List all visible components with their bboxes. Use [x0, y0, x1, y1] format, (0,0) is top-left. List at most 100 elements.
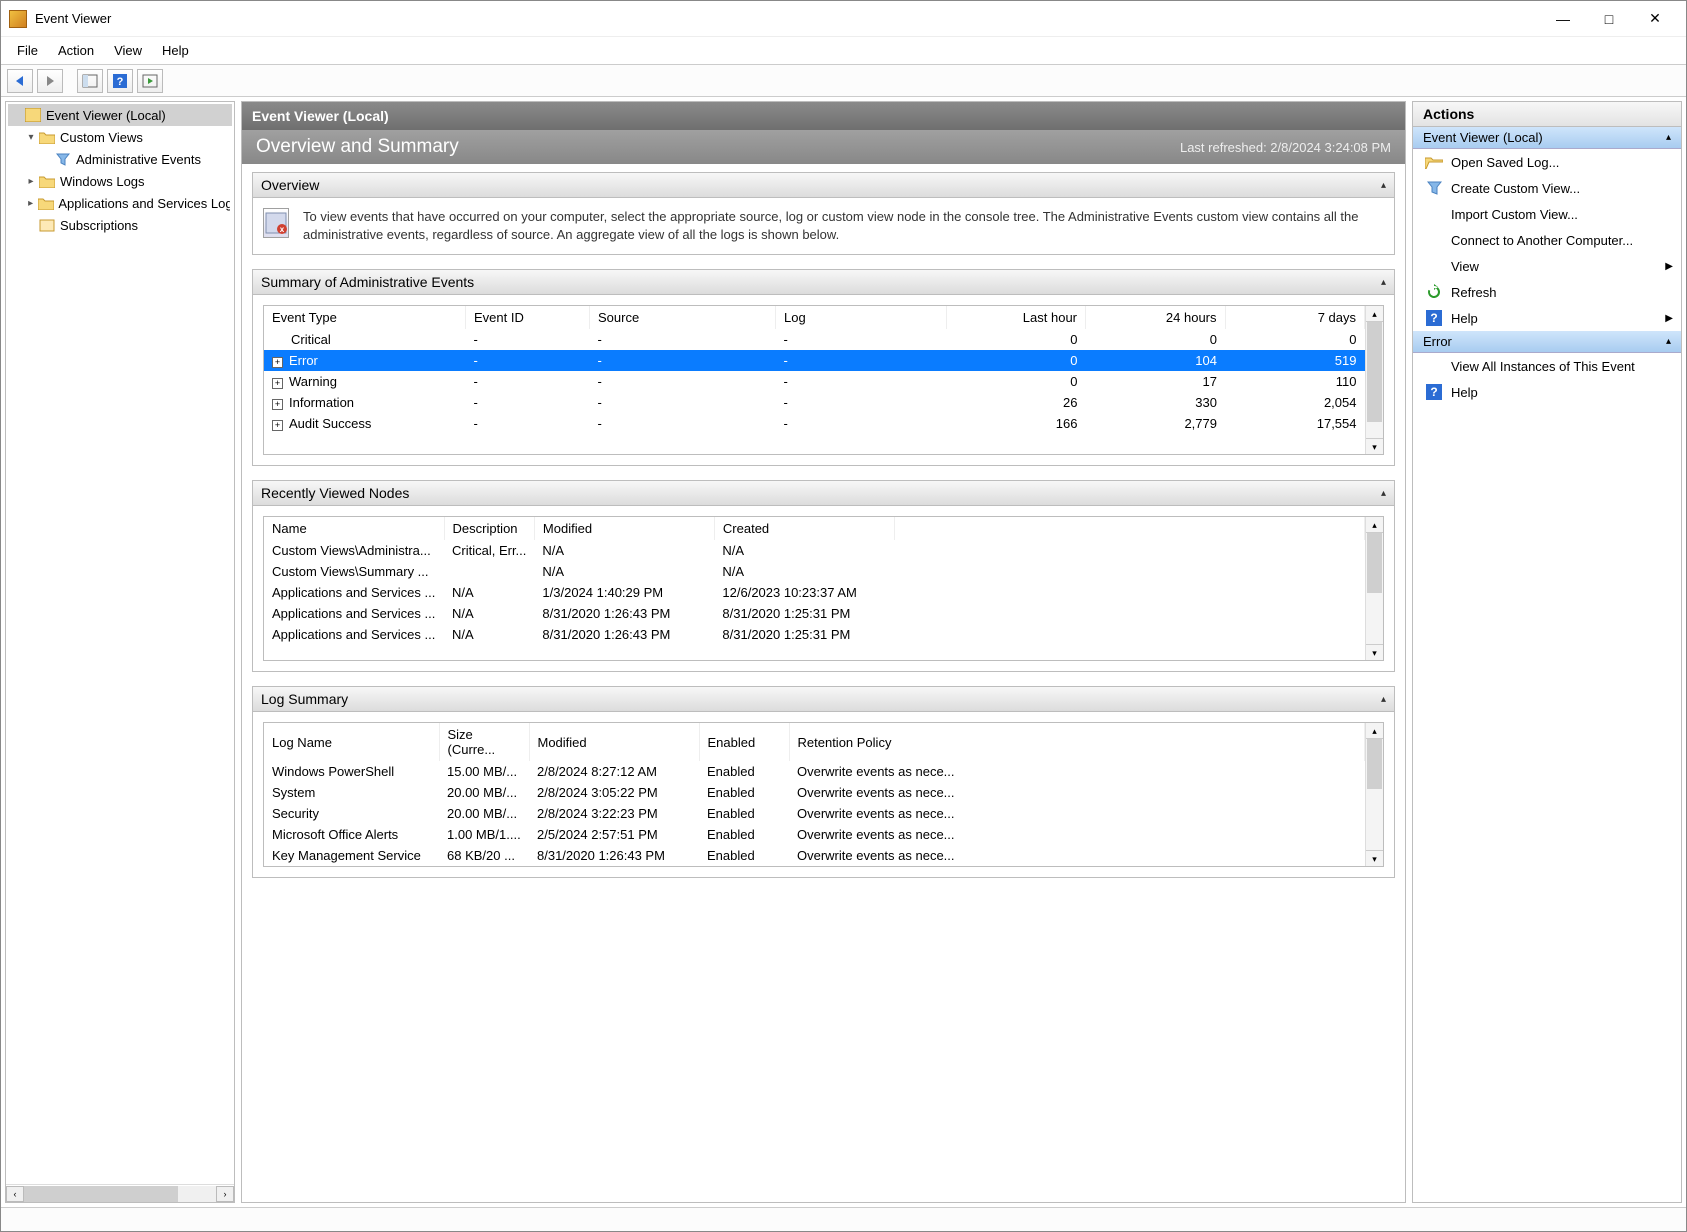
summary-vertical-scrollbar[interactable]: ▴ ▾ [1365, 306, 1383, 454]
col-enabled[interactable]: Enabled [699, 723, 789, 761]
col-event-type[interactable]: Event Type [264, 306, 466, 329]
action-view[interactable]: View▶ [1413, 253, 1681, 279]
col-size[interactable]: Size (Curre... [439, 723, 529, 761]
action-help[interactable]: ?Help▶ [1413, 305, 1681, 331]
action-label: Connect to Another Computer... [1451, 233, 1633, 248]
row-expander-icon[interactable]: + [272, 357, 283, 368]
help-button[interactable]: ? [107, 69, 133, 93]
scroll-left-icon[interactable]: ‹ [6, 1186, 24, 1202]
col-7-days[interactable]: 7 days [1225, 306, 1365, 329]
expander-icon[interactable]: ▸ [24, 176, 38, 187]
tree-item-custom-views[interactable]: ▾ Custom Views [8, 126, 232, 148]
summary-row[interactable]: Critical---000 [264, 329, 1365, 350]
minimize-button[interactable]: — [1540, 4, 1586, 34]
col-24-hours[interactable]: 24 hours [1086, 306, 1226, 329]
actions-group-error[interactable]: Error ▴ [1413, 331, 1681, 353]
scroll-right-icon[interactable]: › [216, 1186, 234, 1202]
col-empty[interactable] [894, 517, 1364, 540]
logsummary-row[interactable]: Microsoft Office Alerts1.00 MB/1....2/5/… [264, 824, 1365, 845]
tree-root[interactable]: Event Viewer (Local) [8, 104, 232, 126]
logsummary-row[interactable]: Windows PowerShell15.00 MB/...2/8/2024 8… [264, 761, 1365, 782]
recent-vertical-scrollbar[interactable]: ▴ ▾ [1365, 517, 1383, 660]
row-expander-icon[interactable]: + [272, 378, 283, 389]
collapse-icon[interactable]: ▴ [1381, 180, 1386, 191]
scroll-down-icon[interactable]: ▾ [1366, 644, 1383, 660]
show-hide-tree-button[interactable] [77, 69, 103, 93]
action-refresh[interactable]: Refresh [1413, 279, 1681, 305]
summary-row[interactable]: +Information---263302,054 [264, 392, 1365, 413]
col-retention[interactable]: Retention Policy [789, 723, 1365, 761]
expander-icon[interactable]: ▸ [24, 198, 37, 209]
scrollbar-thumb[interactable] [1367, 322, 1382, 422]
menu-action[interactable]: Action [48, 40, 104, 61]
recent-row[interactable]: Applications and Services ...N/A8/31/202… [264, 603, 1365, 624]
back-button[interactable] [7, 69, 33, 93]
summary-row[interactable]: +Warning---017110 [264, 371, 1365, 392]
logsummary-row[interactable]: Security20.00 MB/...2/8/2024 3:22:23 PME… [264, 803, 1365, 824]
close-button[interactable]: ✕ [1632, 4, 1678, 34]
scroll-up-icon[interactable]: ▴ [1366, 306, 1383, 322]
action-import-custom-view[interactable]: Import Custom View... [1413, 201, 1681, 227]
action-open-saved-log[interactable]: Open Saved Log... [1413, 149, 1681, 175]
logsummary-row[interactable]: Key Management Service68 KB/20 ...8/31/2… [264, 845, 1365, 866]
actions-group-eventviewer[interactable]: Event Viewer (Local) ▴ [1413, 127, 1681, 149]
logsummary-vertical-scrollbar[interactable]: ▴ ▾ [1365, 723, 1383, 866]
col-name[interactable]: Name [264, 517, 444, 540]
scroll-up-icon[interactable]: ▴ [1366, 723, 1383, 739]
maximize-button[interactable]: □ [1586, 4, 1632, 34]
col-last-hour[interactable]: Last hour [946, 306, 1086, 329]
play-button[interactable] [137, 69, 163, 93]
tree-item-windows-logs[interactable]: ▸ Windows Logs [8, 170, 232, 192]
menu-file[interactable]: File [7, 40, 48, 61]
row-expander-icon[interactable]: + [272, 420, 283, 431]
recent-row[interactable]: Custom Views\Summary ...N/AN/A [264, 561, 1365, 582]
logsummary-section-head[interactable]: Log Summary ▴ [253, 687, 1394, 712]
cell-enabled: Enabled [699, 824, 789, 845]
tree-item-admin-events[interactable]: Administrative Events [8, 148, 232, 170]
tree-horizontal-scrollbar[interactable]: ‹ › [6, 1184, 234, 1202]
col-log-name[interactable]: Log Name [264, 723, 439, 761]
menu-view[interactable]: View [104, 40, 152, 61]
action-create-custom-view[interactable]: Create Custom View... [1413, 175, 1681, 201]
cell-24-hours: 2,779 [1086, 413, 1226, 434]
action-connect-to-another-computer[interactable]: Connect to Another Computer... [1413, 227, 1681, 253]
logsummary-row[interactable]: System20.00 MB/...2/8/2024 3:05:22 PMEna… [264, 782, 1365, 803]
col-created[interactable]: Created [714, 517, 894, 540]
summary-section-head[interactable]: Summary of Administrative Events ▴ [253, 270, 1394, 295]
scroll-down-icon[interactable]: ▾ [1366, 850, 1383, 866]
row-expander-icon[interactable]: + [272, 399, 283, 410]
summary-row[interactable]: +Error---0104519 [264, 350, 1365, 371]
col-modified[interactable]: Modified [534, 517, 714, 540]
scroll-down-icon[interactable]: ▾ [1366, 438, 1383, 454]
col-log[interactable]: Log [776, 306, 947, 329]
scrollbar-thumb[interactable] [24, 1186, 178, 1202]
tree-item-apps-services[interactable]: ▸ Applications and Services Logs [8, 192, 232, 214]
tree-item-subscriptions[interactable]: Subscriptions [8, 214, 232, 236]
menu-help[interactable]: Help [152, 40, 199, 61]
expander-icon[interactable]: ▾ [24, 132, 38, 143]
summary-row[interactable]: +Audit Success---1662,77917,554 [264, 413, 1365, 434]
scrollbar-thumb[interactable] [1367, 533, 1382, 593]
overview-section-head[interactable]: Overview ▴ [253, 173, 1394, 198]
collapse-icon[interactable]: ▴ [1381, 277, 1386, 288]
action-view-all-instances-of-this-event[interactable]: View All Instances of This Event [1413, 353, 1681, 379]
col-source[interactable]: Source [590, 306, 776, 329]
action-help[interactable]: ?Help [1413, 379, 1681, 405]
collapse-icon[interactable]: ▴ [1666, 132, 1671, 143]
recent-row[interactable]: Applications and Services ...N/A1/3/2024… [264, 582, 1365, 603]
scrollbar-thumb[interactable] [1367, 739, 1382, 789]
col-description[interactable]: Description [444, 517, 534, 540]
scroll-up-icon[interactable]: ▴ [1366, 517, 1383, 533]
actions-group-title: Event Viewer (Local) [1423, 130, 1666, 145]
tree-label: Administrative Events [76, 152, 201, 167]
cell-retention: Overwrite events as nece... [789, 803, 1365, 824]
col-event-id[interactable]: Event ID [466, 306, 590, 329]
collapse-icon[interactable]: ▴ [1666, 336, 1671, 347]
recent-row[interactable]: Applications and Services ...N/A8/31/202… [264, 624, 1365, 645]
collapse-icon[interactable]: ▴ [1381, 488, 1386, 499]
col-modified[interactable]: Modified [529, 723, 699, 761]
recent-section-head[interactable]: Recently Viewed Nodes ▴ [253, 481, 1394, 506]
forward-button[interactable] [37, 69, 63, 93]
recent-row[interactable]: Custom Views\Administra...Critical, Err.… [264, 540, 1365, 561]
collapse-icon[interactable]: ▴ [1381, 694, 1386, 705]
